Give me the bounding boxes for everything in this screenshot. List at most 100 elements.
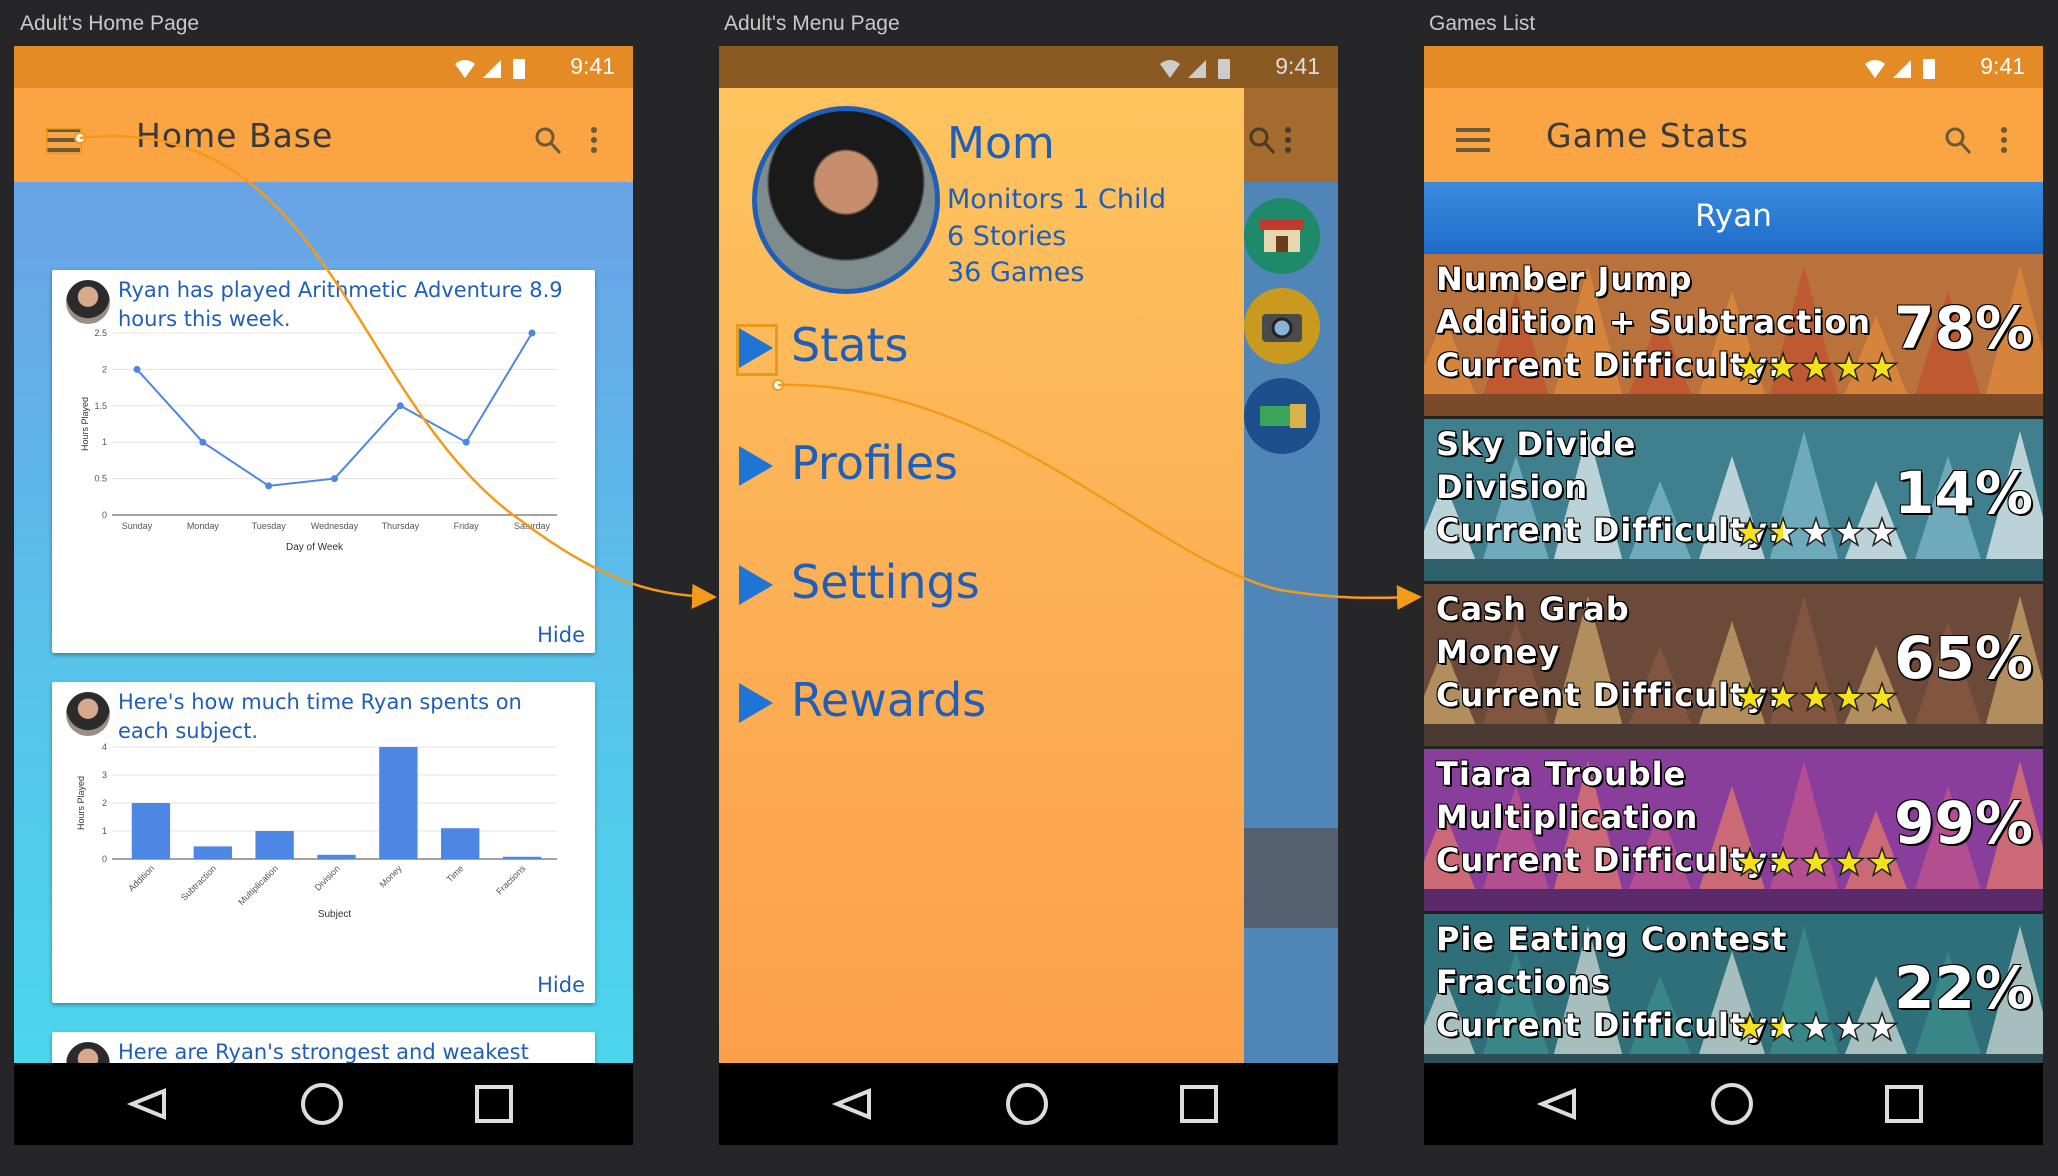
star-icon — [1734, 845, 1767, 877]
menu-item-label: Settings — [791, 555, 980, 609]
y-tick-label: 0 — [102, 510, 107, 520]
menu-item-label: Rewards — [791, 673, 987, 727]
more-options-icon[interactable] — [2000, 126, 2008, 156]
profile-name: Mom — [947, 118, 1055, 169]
game-score: 14% — [1894, 459, 2033, 527]
x-tick-label: Friday — [454, 521, 480, 531]
x-axis-label: Subject — [318, 909, 352, 920]
game-subject: Division — [1436, 468, 1589, 506]
card-text: Ryan has played Arithmetic Adventure 8.9… — [118, 278, 563, 331]
clock: 9:41 — [570, 53, 615, 79]
game-name: Cash Grab — [1436, 590, 1630, 628]
game-row[interactable]: Number Jump Addition + Subtraction Current… — [1424, 254, 2043, 419]
store-icon — [1244, 198, 1320, 274]
play-icon — [739, 565, 773, 605]
child-name-header: Ryan — [1424, 182, 2043, 254]
star-icon — [1799, 515, 1833, 547]
game-score: 99% — [1894, 789, 2033, 857]
profile-stories: 6 Stories — [947, 221, 1067, 252]
hamburger-menu-icon[interactable] — [46, 128, 82, 154]
status-bar: 9:41 — [719, 46, 1338, 88]
x-tick-label: Thursday — [382, 521, 420, 531]
bar — [131, 803, 171, 859]
game-subject: Addition + Subtraction — [1436, 303, 1872, 341]
card-text: Here are Ryan's strongest and weakest su… — [118, 1040, 529, 1063]
hide-button[interactable]: Hide — [537, 973, 585, 997]
data-point — [265, 482, 273, 490]
avatar — [66, 692, 110, 736]
signal-icons — [455, 59, 525, 79]
game-name: Sky Divide — [1436, 425, 1637, 463]
y-axis-label: Hours Played — [76, 776, 86, 830]
x-tick-label: Addition — [126, 863, 156, 893]
star-icon — [1865, 845, 1899, 877]
feed-card-bar: 0 1 2 3 4 Addition Subtraction Multiplication Di… — [52, 682, 595, 1003]
difficulty-label: Current Difficulty: — [1436, 676, 1782, 714]
difficulty-stars — [1734, 350, 1899, 382]
more-options-icon[interactable] — [590, 126, 598, 156]
home-icon — [1006, 1083, 1048, 1125]
game-tile — [1244, 828, 1338, 928]
x-tick-label: Tuesday — [252, 521, 287, 531]
difficulty-stars — [1734, 680, 1899, 712]
star-icon — [1799, 845, 1833, 877]
bar — [441, 828, 480, 859]
back-icon — [831, 1088, 871, 1120]
difficulty-label: Current Difficulty: — [1436, 346, 1782, 384]
y-tick-label: 1 — [102, 437, 107, 447]
difficulty-stars — [1734, 845, 1899, 877]
home-screen: 9:41 Home Base 0 0.5 1 1.5 2 2.5 Sunday Monday T… — [14, 46, 633, 1145]
y-tick-label: 0.5 — [94, 474, 107, 484]
star-icon — [1799, 350, 1833, 382]
menu-screen: 9:41 Mom Monitors 1 Child 6 Stories 36 G… — [719, 46, 1338, 1145]
page-title: Home Base — [136, 116, 334, 155]
data-point — [199, 438, 207, 446]
status-bar: 9:41 — [14, 46, 633, 88]
star-icon — [1799, 680, 1833, 712]
hide-button[interactable]: Hide — [537, 623, 585, 647]
x-tick-label: Money — [378, 863, 405, 890]
home-icon — [1711, 1083, 1753, 1125]
signal-icons — [1865, 59, 1935, 79]
game-row[interactable]: Sky Divide Division Current Difficulty: 14% — [1424, 419, 2043, 584]
games-screen: 9:41 Game Stats Ryan Number Jump Addition… — [1424, 46, 2043, 1145]
game-row[interactable]: Pie Eating Contest Fractions Current Diffi… — [1424, 914, 2043, 1079]
difficulty-stars — [1734, 515, 1899, 547]
y-tick-label: 3 — [102, 770, 107, 780]
profile-children: Monitors 1 Child — [947, 184, 1167, 215]
y-axis-label: Hours Played — [80, 397, 90, 451]
difficulty-stars — [1734, 1010, 1899, 1042]
search-icon[interactable] — [1944, 126, 1972, 156]
play-icon — [739, 446, 773, 486]
system-nav-bar — [1424, 1063, 2043, 1145]
data-point — [396, 402, 404, 410]
game-subject: Money — [1436, 633, 1561, 671]
bar — [379, 747, 418, 859]
star-icon — [1734, 1010, 1767, 1042]
star-icon — [1832, 1010, 1866, 1042]
x-tick-label: Monday — [187, 521, 220, 531]
profile-avatar[interactable] — [752, 106, 940, 294]
data-point — [331, 475, 338, 483]
feed-card-strengths: Here are Ryan's strongest and weakest su… — [52, 1032, 595, 1063]
clock: 9:41 — [1275, 53, 1320, 79]
play-icon — [739, 683, 773, 723]
more-options-icon — [1285, 127, 1291, 153]
game-row[interactable]: Cash Grab Money Current Difficulty: 65% — [1424, 584, 2043, 749]
star-icon — [1832, 515, 1866, 547]
hamburger-menu-icon[interactable] — [1456, 128, 1490, 152]
star-icon — [1865, 1010, 1899, 1042]
x-tick-label: Multiplication — [236, 863, 280, 907]
game-row[interactable]: Tiara Trouble Multiplication Current Diffi… — [1424, 749, 2043, 914]
search-icon[interactable] — [534, 126, 562, 156]
home-icon — [301, 1083, 343, 1125]
y-tick-label: 1.5 — [94, 401, 107, 411]
back-icon — [1536, 1088, 1576, 1120]
y-tick-label: 2.5 — [94, 328, 107, 338]
dimmed-background — [1244, 88, 1338, 1063]
recents-icon — [475, 1085, 513, 1123]
y-tick-label: 2 — [102, 364, 107, 374]
back-icon — [126, 1088, 166, 1120]
star-icon — [1734, 515, 1767, 547]
signal-icons — [1160, 59, 1230, 79]
